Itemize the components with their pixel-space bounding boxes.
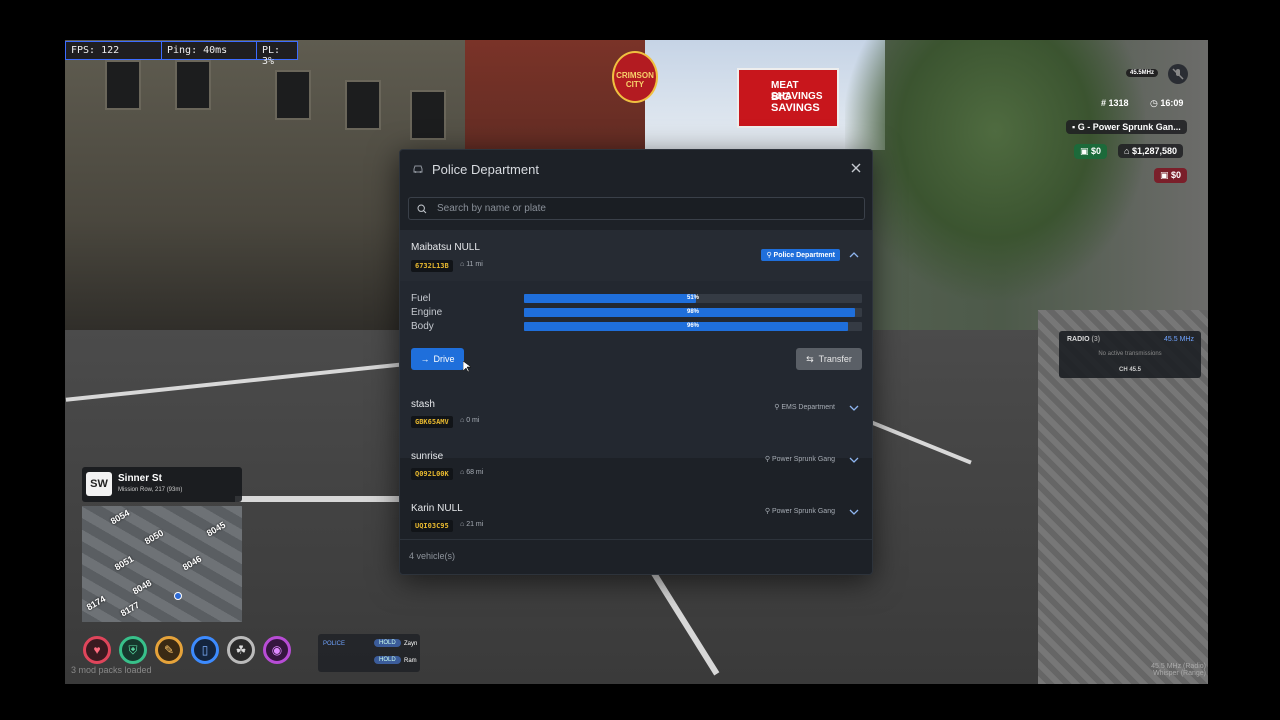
map-label: 8045 xyxy=(204,519,228,539)
cursor-icon xyxy=(463,361,471,373)
talker-name: Zayn xyxy=(404,641,418,647)
location-pin-icon: ⚲ xyxy=(764,456,770,463)
modal-title: Police Department xyxy=(432,161,539,177)
stamina-icon: ☘ xyxy=(227,636,255,664)
vehicle-name: sunrise xyxy=(411,451,444,462)
vehicle-department: ⚲ EMS Department xyxy=(774,404,835,411)
health-icon: ♥ xyxy=(83,636,111,664)
map-label: 8051 xyxy=(112,553,136,573)
body-bar: 96% xyxy=(524,322,862,331)
dirty-money-badge: ▣ $0 xyxy=(1154,168,1188,183)
hold-badge: HOLD xyxy=(374,656,401,664)
body-value: 96% xyxy=(686,323,699,329)
department-badge: ⚲ Police Department xyxy=(761,249,840,261)
modal-footer: 4 vehicle(s) xyxy=(400,539,872,574)
vehicle-name: Maibatsu NULL xyxy=(411,242,480,253)
map-label: 8174 xyxy=(84,593,108,613)
compass-badge: SW xyxy=(86,472,112,496)
car-icon xyxy=(413,165,423,173)
chevron-up-icon[interactable] xyxy=(848,250,860,260)
radio-channel: POLICE xyxy=(323,641,346,647)
tree xyxy=(845,40,1145,300)
ping-readout: Ping: 40ms xyxy=(162,42,257,59)
search-input[interactable] xyxy=(437,203,837,214)
armor-icon: ⛨ xyxy=(119,636,147,664)
fps-readout: FPS: 122 xyxy=(66,42,162,59)
vehicle-mileage: ⌂ 11 mi xyxy=(460,261,483,268)
map-label: 8046 xyxy=(180,553,204,573)
swap-icon: ⇆ xyxy=(806,353,814,364)
location-pin-icon: ⚲ xyxy=(774,404,780,411)
voice-info: 45.5 MHz (Radio) Whisper (Range) xyxy=(1151,663,1206,677)
gang-badge: ▪ G - Power Sprunk Gan... xyxy=(1066,120,1187,134)
drive-button[interactable]: → Drive xyxy=(411,348,464,370)
hunger-icon: ✎ xyxy=(155,636,183,664)
cash-badge: ▣ $0 xyxy=(1074,144,1108,159)
close-icon xyxy=(851,163,861,173)
fuel-bar: 51% xyxy=(524,294,862,303)
vehicle-item[interactable]: Karin NULL UQI03C95 ⌂ 21 mi ⚲ Power Spru… xyxy=(400,490,872,540)
close-button[interactable] xyxy=(848,160,864,176)
clock-icon: ◷ xyxy=(1150,98,1158,108)
map-label: 8177 xyxy=(118,599,142,619)
search-icon xyxy=(417,203,427,213)
vehicle-mileage: ⌂ 68 mi xyxy=(460,469,484,476)
mic-muted-icon[interactable] xyxy=(1168,64,1188,84)
location-pin-icon: ⚲ xyxy=(764,508,770,515)
map-label: 8048 xyxy=(130,577,154,597)
fuel-label: Fuel xyxy=(411,293,431,304)
voice-range: 45.5MHz xyxy=(1126,69,1159,77)
server-logo: CRIMSON CITY xyxy=(612,51,658,103)
engine-label: Engine xyxy=(411,307,443,318)
radio-talkers: POLICE HOLD Zayn HOLD Ram xyxy=(318,634,420,672)
perf-overlay: FPS: 122 Ping: 40ms PL: 3% xyxy=(65,41,298,67)
arrow-right-icon: → xyxy=(420,354,430,364)
vehicle-count: 4 vehicle(s) xyxy=(409,551,456,561)
engine-bar: 98% xyxy=(524,308,862,317)
location-pin-icon: ⚲ xyxy=(766,252,772,259)
thirst-icon: ▯ xyxy=(191,636,219,664)
map-label: 8050 xyxy=(142,527,166,547)
vehicle-plate: 6732L13B xyxy=(411,260,453,272)
player-blip xyxy=(174,592,182,600)
modal-header: Police Department xyxy=(400,150,872,188)
vehicle-item[interactable]: sunrise Q092L00K ⌂ 68 mi ⚲ Power Sprunk … xyxy=(400,438,872,488)
vehicle-item[interactable]: stash GBK65AMV ⌂ 0 mi ⚲ EMS Department xyxy=(400,386,872,436)
vehicle-mileage: ⌂ 0 mi xyxy=(460,417,480,424)
street-name: Sinner St xyxy=(118,473,162,484)
hold-badge: HOLD xyxy=(374,639,401,647)
clock: ◷ 16:09 xyxy=(1150,98,1184,108)
bank-badge: ⌂ $1,287,580 xyxy=(1118,144,1183,158)
vehicle-header[interactable]: Maibatsu NULL 6732L13B ⌂ 11 mi ⚲ Police … xyxy=(400,230,872,281)
car-small-icon: ⌂ xyxy=(460,261,465,268)
vehicle-mileage: ⌂ 21 mi xyxy=(460,521,484,528)
engine-value: 98% xyxy=(686,309,699,315)
vehicle-plate: Q092L00K xyxy=(411,468,453,480)
body-label: Body xyxy=(411,321,434,332)
talker-name: Ram xyxy=(404,658,417,664)
fuel-value: 51% xyxy=(686,295,699,301)
chevron-down-icon[interactable] xyxy=(848,455,860,465)
mods-loaded: 3 mod packs loaded xyxy=(71,665,152,675)
location-card: SW Sinner St Mission Row, 217 (93m) xyxy=(82,467,242,502)
pl-readout: PL: 3% xyxy=(262,45,281,67)
chevron-down-icon[interactable] xyxy=(848,403,860,413)
billboard: MEAT SHAVINGS BIG SAVINGS xyxy=(737,68,839,128)
area-name: Mission Row, 217 (93m) xyxy=(118,487,183,493)
vehicle-department: ⚲ Power Sprunk Gang xyxy=(764,508,835,515)
stress-icon: ◉ xyxy=(263,636,291,664)
transfer-button[interactable]: ⇆ Transfer xyxy=(796,348,862,370)
vehicle-name: stash xyxy=(411,399,435,410)
map-label: 8054 xyxy=(108,507,132,527)
radio-panel: RADIO (3) 45.5 MHz No active transmissio… xyxy=(1059,331,1201,378)
search-box xyxy=(408,197,865,220)
minimap: 8054 8050 8046 8051 8048 8174 8177 8045 xyxy=(82,506,242,622)
flag-icon: ▪ xyxy=(1072,122,1076,132)
vehicle-plate: UQI03C95 xyxy=(411,520,453,532)
vehicle-plate: GBK65AMV xyxy=(411,416,453,428)
vehicle-name: Karin NULL xyxy=(411,503,463,514)
player-id: # 1318 xyxy=(1101,98,1129,108)
chevron-down-icon[interactable] xyxy=(848,507,860,517)
vehicle-department: ⚲ Power Sprunk Gang xyxy=(764,456,835,463)
